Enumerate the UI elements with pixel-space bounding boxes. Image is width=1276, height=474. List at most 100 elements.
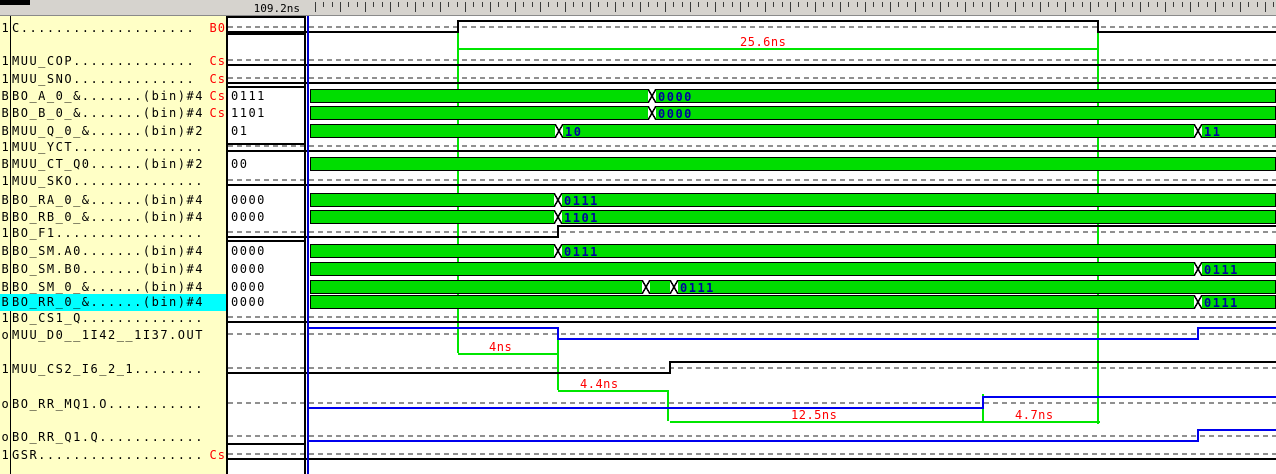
bit-wave-segment [228, 184, 1276, 186]
measure-cursor-vline [667, 390, 669, 421]
signal-name-12[interactable]: BO_SM.A0.......(bin)#4 [12, 244, 204, 258]
bus-segment [310, 193, 558, 207]
signal-prefix: o [1, 430, 9, 444]
bit-wave-edge [457, 20, 459, 33]
bus-value-label: 0111 [1204, 296, 1239, 310]
signal-prefix: B [1, 124, 9, 138]
dashed-ref-line [228, 231, 1276, 233]
signal-value: 0000 [231, 244, 266, 258]
bus-transition-notch [648, 89, 656, 103]
bit-wave-segment [1198, 327, 1276, 329]
signal-name-2[interactable]: MUU_SNO.............. [12, 72, 195, 86]
signal-name-4[interactable]: BO_B_0_&.......(bin)#4 [12, 106, 204, 120]
signal-prefix: 1 [1, 72, 9, 86]
bus-segment [558, 193, 1276, 207]
bus-value-label: 0111 [564, 194, 599, 208]
bit-wave-edge [557, 327, 559, 340]
waveform-canvas[interactable]: 1 C.................... B0 1 MUU_COP........… [0, 0, 1276, 474]
bus-transition-notch [642, 280, 650, 294]
signal-value: 0000 [231, 295, 266, 309]
signal-prefix: B [1, 157, 9, 171]
signal-prefix: o [1, 328, 9, 342]
bus-segment [310, 295, 1198, 309]
bit-wave-segment [228, 372, 670, 374]
bit-wave-segment [308, 440, 1198, 442]
bus-segment [310, 157, 1276, 171]
signal-marker: B0 [209, 21, 226, 35]
signal-name-13[interactable]: BO_SM.B0.......(bin)#4 [12, 262, 204, 276]
bus-value-label: 0111 [1204, 263, 1239, 277]
waveform-viewer-window: 109.2ns 1 C.................... B0 1 MUU_COP… [0, 0, 1276, 474]
bit-wave-edge [982, 396, 984, 409]
bit-wave-segment [983, 396, 1276, 398]
bus-segment [652, 106, 1276, 120]
signal-prefix: 1 [1, 311, 9, 325]
signal-prefix: 1 [1, 226, 9, 240]
signal-marker: Cs [209, 89, 226, 103]
value-column-border [227, 33, 305, 35]
signal-name-17[interactable]: MUU_D0__1I42__1I37.OUT [12, 328, 204, 342]
bus-value-label: 0111 [564, 245, 599, 259]
dashed-ref-line [228, 59, 1276, 61]
dashed-ref-line [228, 333, 1276, 335]
signal-name-15[interactable]: BO_RR_0_&......(bin)#4 [12, 295, 204, 309]
bus-value-label: 0000 [658, 107, 693, 121]
signal-name-0[interactable]: C.................... [12, 21, 195, 35]
bus-segment [310, 124, 559, 138]
dashed-ref-line [228, 453, 1276, 455]
signal-value: 01 [231, 124, 249, 138]
signal-prefix: B [1, 244, 9, 258]
dashed-ref-line [228, 435, 1276, 437]
signal-name-10[interactable]: BO_RB_0_&......(bin)#4 [12, 210, 204, 224]
signal-prefix: B [1, 193, 9, 207]
dashed-ref-line [228, 316, 1276, 318]
signal-value: 00 [231, 157, 249, 171]
signal-name-14[interactable]: BO_SM_0_&......(bin)#4 [12, 280, 204, 294]
signal-name-3[interactable]: BO_A_0_&.......(bin)#4 [12, 89, 204, 103]
signal-prefix: 1 [1, 54, 9, 68]
bus-segment [310, 280, 646, 294]
bit-wave-segment [558, 338, 1198, 340]
measure-label: 4.7ns [1015, 408, 1054, 422]
bit-wave-edge [1197, 327, 1199, 340]
signal-name-1[interactable]: MUU_COP.............. [12, 54, 195, 68]
dashed-ref-line [228, 179, 1276, 181]
signal-name-8[interactable]: MUU_SKO............... [12, 174, 204, 188]
bit-wave-segment [228, 321, 1276, 323]
measure-label: 25.6ns [740, 35, 787, 49]
bus-segment [674, 280, 1276, 294]
names-panel-border [226, 16, 228, 474]
signal-name-21[interactable]: GSR................... [12, 448, 204, 462]
signal-name-9[interactable]: BO_RA_0_&......(bin)#4 [12, 193, 204, 207]
dashed-ref-line [228, 402, 1276, 404]
main-cursor-line[interactable] [307, 16, 309, 474]
signal-prefix: 1 [1, 362, 9, 376]
signal-value: 0000 [231, 280, 266, 294]
bit-wave-edge [1197, 429, 1199, 442]
signal-name-20[interactable]: BO_RR_Q1.Q............ [12, 430, 204, 444]
signal-prefix: 1 [1, 448, 9, 462]
bus-transition-notch [670, 280, 678, 294]
measure-label: 12.5ns [791, 408, 838, 422]
signal-name-5[interactable]: MUU_Q_0_&......(bin)#2 [12, 124, 204, 138]
signal-value: 0000 [231, 193, 266, 207]
signal-prefix: o [1, 397, 9, 411]
bus-segment [310, 244, 558, 258]
signal-name-19[interactable]: BO_RR_MQ1.O........... [12, 397, 204, 411]
bit-wave-segment [228, 458, 1276, 460]
bus-value-label: 0000 [658, 90, 693, 104]
signal-prefix: 1 [1, 140, 9, 154]
bit-wave-segment [458, 20, 1098, 22]
bus-transition-notch [554, 210, 562, 224]
bus-segment [558, 210, 1276, 224]
value-column-border [227, 240, 305, 242]
signal-name-7[interactable]: MUU_CT_Q0......(bin)#2 [12, 157, 204, 171]
signal-name-16[interactable]: BO_CS1_Q.............. [12, 311, 204, 325]
bus-segment [310, 89, 652, 103]
signal-value: 0000 [231, 210, 266, 224]
bus-segment [310, 210, 558, 224]
bus-transition-notch [1194, 262, 1202, 276]
signal-name-11[interactable]: BO_F1................. [12, 226, 204, 240]
signal-name-6[interactable]: MUU_YCT............... [12, 140, 204, 154]
signal-name-18[interactable]: MUU_CS2_I6_2_1........ [12, 362, 204, 376]
